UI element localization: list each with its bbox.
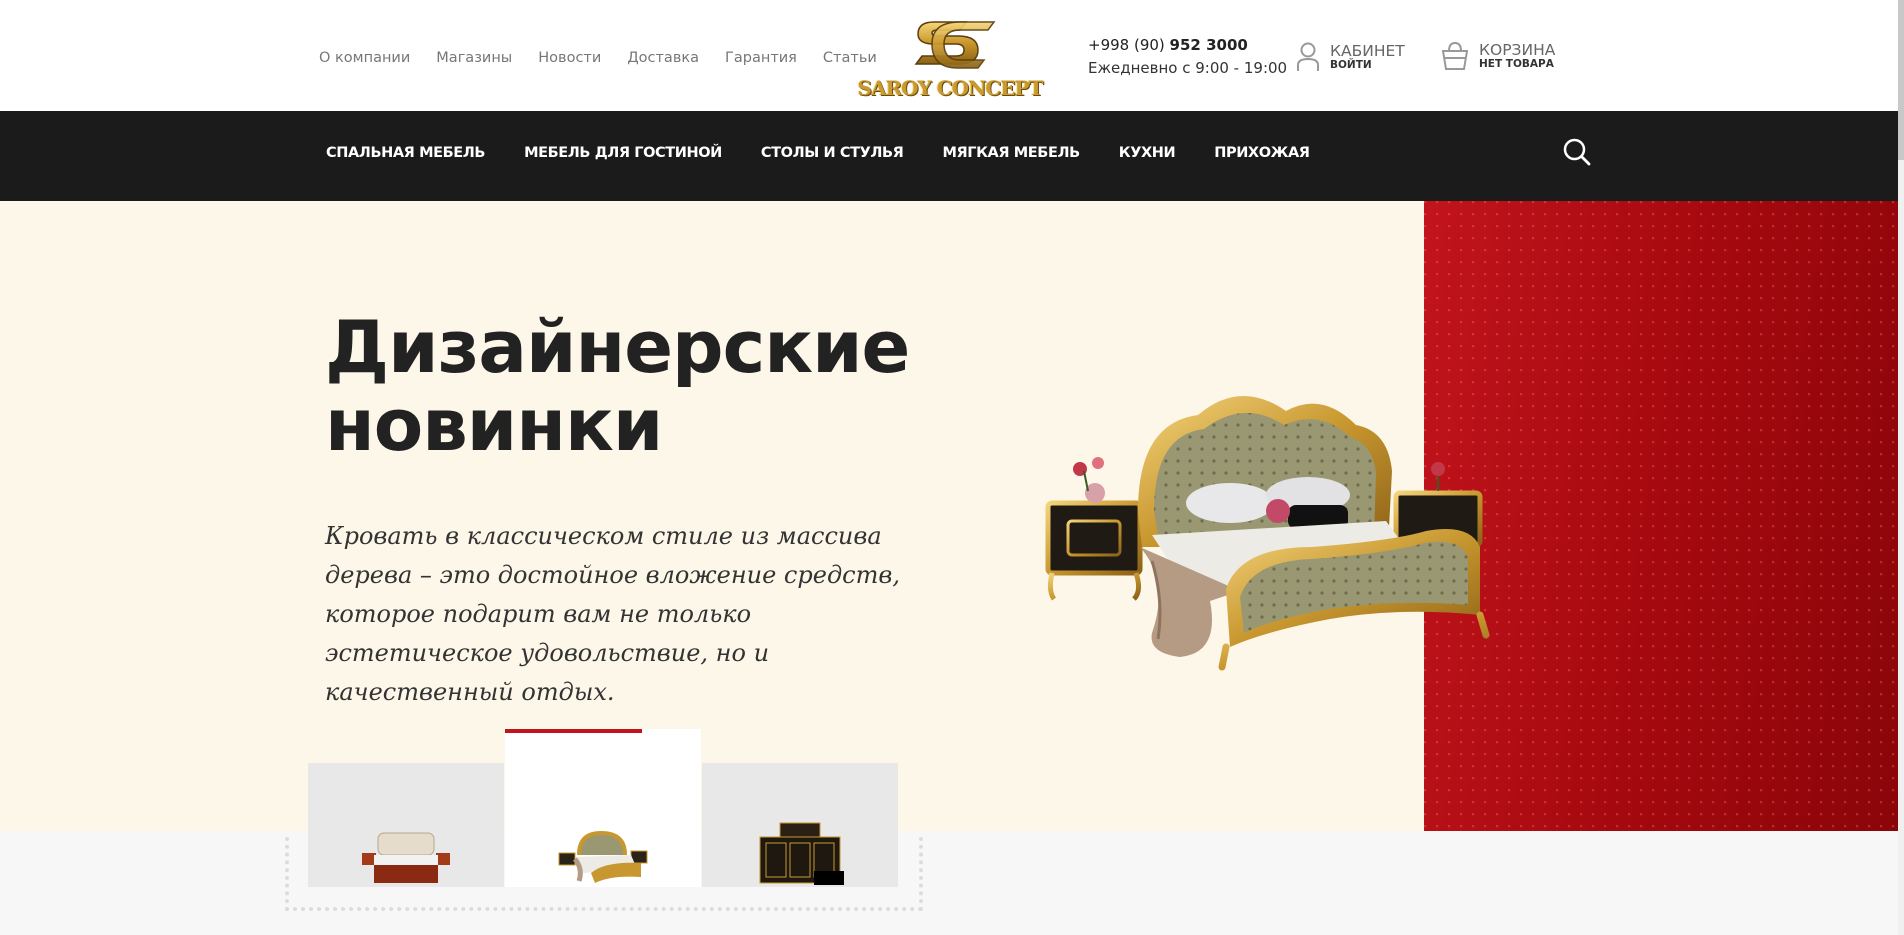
top-links: О компании Магазины Новости Доставка Гар… <box>319 50 877 66</box>
search-button[interactable] <box>1562 137 1592 167</box>
account-title: Кабинет <box>1330 42 1405 60</box>
top-link-delivery[interactable]: Доставка <box>627 50 699 66</box>
scrollbar-thumb[interactable] <box>1898 0 1904 160</box>
user-icon <box>1297 42 1319 71</box>
nav-item-tables-chairs[interactable]: Столы и стулья <box>761 145 904 161</box>
modern-bed-thumb <box>362 832 450 883</box>
top-link-about[interactable]: О компании <box>319 50 410 66</box>
search-icon <box>1563 138 1591 166</box>
hero-title-line1: Дизайнерские <box>325 305 910 389</box>
account-login: войти <box>1330 59 1372 71</box>
nav-item-bedroom[interactable]: Спальная мебель <box>326 145 485 161</box>
top-link-warranty[interactable]: Гарантия <box>725 50 797 66</box>
hero-description: Кровать в классическом стиле из массива … <box>325 522 900 706</box>
main-navigation: Спальная мебель Мебель для гостиной Стол… <box>0 111 1898 201</box>
nav-item-kitchens[interactable]: Кухни <box>1119 145 1176 161</box>
working-hours: Ежедневно с 9:00 - 19:00 <box>1088 59 1288 77</box>
hero-banner: Дизайнерские новинки Кровать в классичес… <box>0 201 1898 831</box>
top-link-news[interactable]: Новости <box>538 50 601 66</box>
classic-gold-bed-thumb <box>558 831 648 883</box>
hero-title: Дизайнерские новинки <box>325 308 1025 464</box>
cart-button[interactable]: Корзина нет товара <box>1441 41 1555 71</box>
slider-thumb-classic-bed[interactable] <box>505 729 701 887</box>
contact-info: +998 (90) 952 3000 Ежедневно с 9:00 - 19… <box>1088 36 1287 77</box>
basket-icon <box>1441 41 1469 70</box>
account-button[interactable]: Кабинет войти <box>1296 42 1405 72</box>
phone-prefix: +998 (90) <box>1088 36 1165 54</box>
cart-title: Корзина <box>1479 41 1556 59</box>
top-link-stores[interactable]: Магазины <box>436 50 512 66</box>
nav-item-living-room[interactable]: Мебель для гостиной <box>524 145 722 161</box>
phone-digits: 952 3000 <box>1169 36 1248 54</box>
top-header: О компании Магазины Новости Доставка Гар… <box>0 0 1898 111</box>
logo-text: SAROY CONCEPT <box>857 76 1044 100</box>
category-menu: Спальная мебель Мебель для гостиной Стол… <box>326 145 1310 161</box>
active-indicator <box>505 729 642 733</box>
saroy-concept-logo[interactable]: SAROY CONCEPT <box>852 16 1048 102</box>
nav-item-upholstered[interactable]: Мягкая мебель <box>942 145 1080 161</box>
page-scrollbar[interactable] <box>1898 0 1904 935</box>
cart-status: нет товара <box>1479 58 1554 70</box>
nav-item-hallway[interactable]: Прихожая <box>1214 145 1310 161</box>
classic-bed-image <box>1045 395 1490 671</box>
slider-thumb-modern-bed[interactable] <box>308 763 504 887</box>
slider-thumb-dark-cabinet[interactable] <box>702 763 898 887</box>
dark-cabinet-thumb <box>759 822 844 885</box>
phone-number[interactable]: +998 (90) 952 3000 <box>1088 36 1287 54</box>
sc-monogram-icon <box>914 21 996 69</box>
hero-title-line2: новинки <box>325 383 663 467</box>
